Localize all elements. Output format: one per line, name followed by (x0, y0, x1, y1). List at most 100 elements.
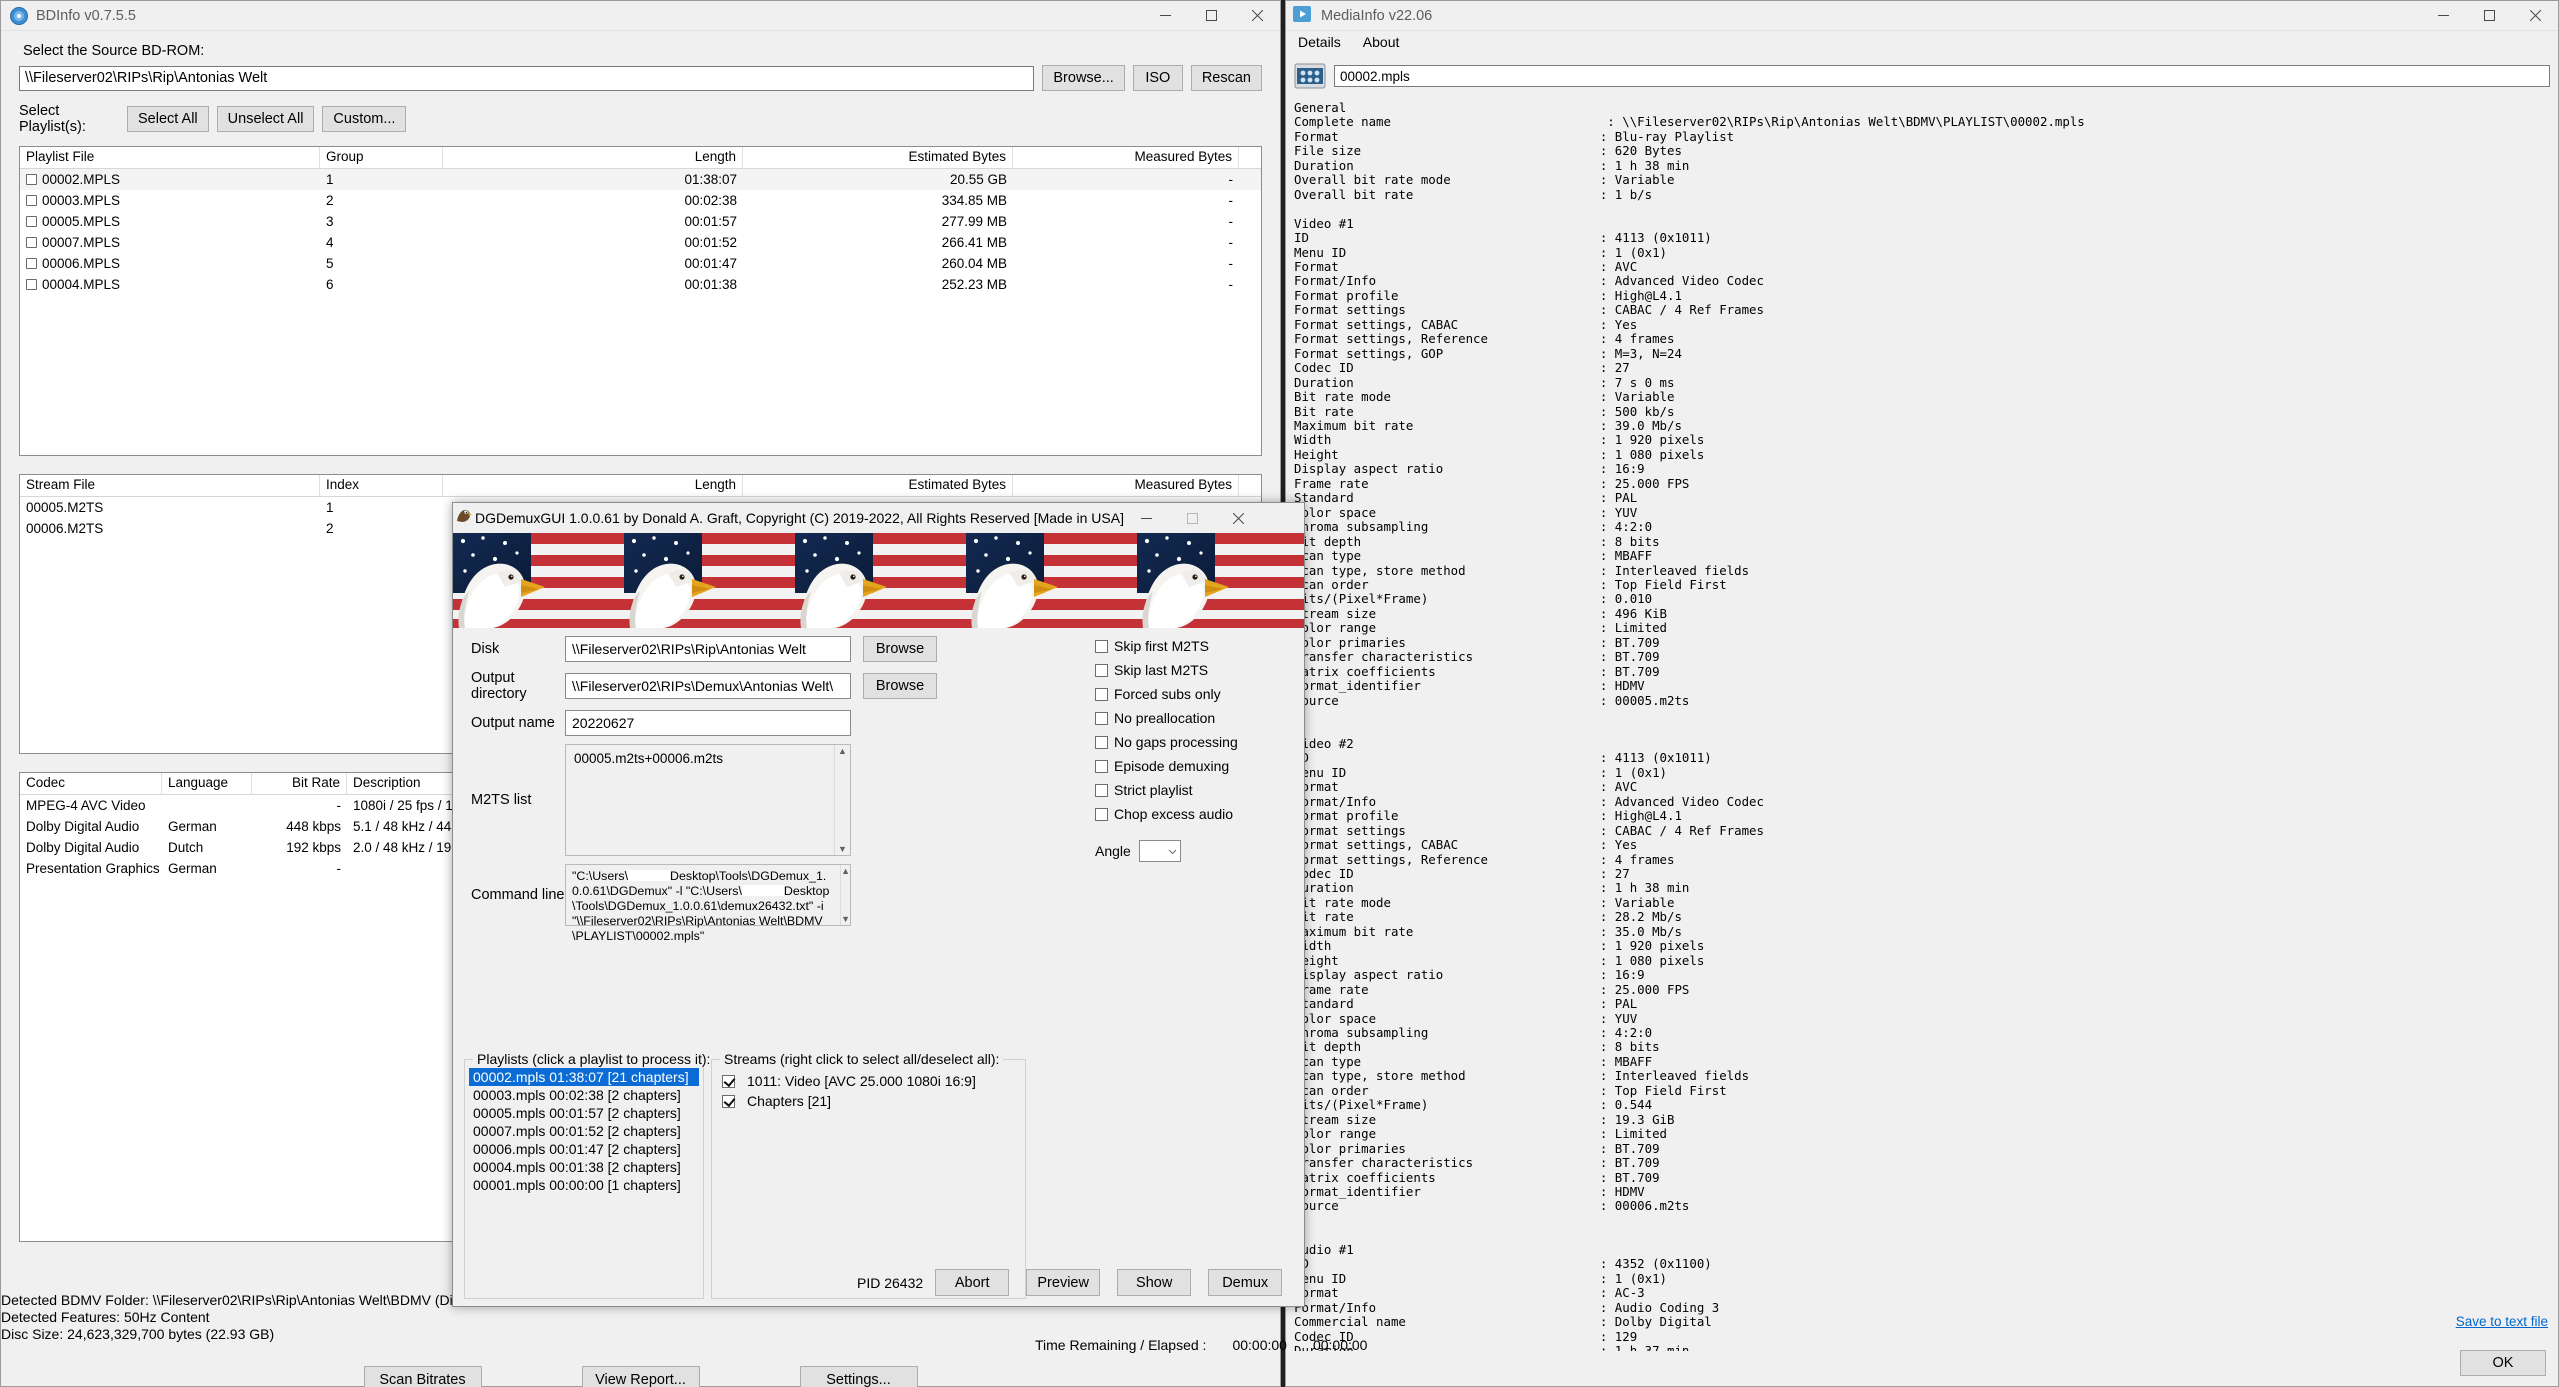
unselect-all-button[interactable]: Unselect All (216, 106, 315, 132)
select-all-button[interactable]: Select All (127, 106, 209, 132)
ok-button[interactable]: OK (2460, 1350, 2546, 1376)
playlist-row[interactable]: 00006.MPLS 5 00:01:47 260.04 MB - (20, 253, 1261, 274)
playlist-row[interactable]: 00004.MPLS 6 00:01:38 252.23 MB - (20, 274, 1261, 295)
column-header-bitrate[interactable]: Bit Rate (252, 773, 347, 794)
scan-bitrates-button[interactable]: Scan Bitrates (363, 1366, 482, 1387)
column-header-stream-length[interactable]: Length (443, 475, 743, 496)
scroll-down-icon[interactable]: ▼ (838, 843, 847, 855)
abort-button[interactable]: Abort (935, 1269, 1010, 1296)
column-header-estimated-bytes[interactable]: Estimated Bytes (743, 147, 1013, 168)
streams-checkbox-list[interactable]: 1011: Video [AVC 25.000 1080i 16:9] Chapt… (722, 1072, 976, 1112)
command-line-textarea[interactable]: "C:\Users\ Desktop\Tools\DGDemux_1.0.0.61… (565, 864, 851, 943)
close-button[interactable] (2512, 1, 2558, 31)
playlist-row-checkbox[interactable] (26, 195, 37, 206)
option-checkbox[interactable] (1095, 639, 1108, 653)
playlist-row-checkbox[interactable] (26, 258, 37, 269)
menu-item-details[interactable]: Details (1298, 34, 1341, 50)
playlist-row-length: 00:01:52 (684, 235, 737, 250)
output-directory-input[interactable]: \\Fileserver02\RIPs\Demux\Antonias Welt\ (565, 673, 851, 699)
playlist-row-checkbox[interactable] (26, 279, 37, 290)
scroll-down-icon[interactable]: ▼ (841, 913, 850, 925)
column-header-measured-bytes[interactable]: Measured Bytes (1013, 147, 1239, 168)
option-row[interactable]: Forced subs only (1095, 682, 1285, 706)
option-checkbox[interactable] (1095, 783, 1108, 797)
scroll-up-icon[interactable]: ▲ (838, 745, 847, 757)
rescan-button[interactable]: Rescan (1190, 65, 1262, 91)
playlist-list-item[interactable]: 00001.mpls 00:00:00 [1 chapters] (469, 1176, 699, 1194)
playlist-list-item[interactable]: 00007.mpls 00:01:52 [2 chapters] (469, 1122, 699, 1140)
current-file-input[interactable]: 00002.mpls (1334, 65, 2550, 87)
stream-checkbox[interactable] (722, 1094, 735, 1108)
playlist-row[interactable]: 00002.MPLS 1 01:38:07 20.55 GB - (20, 169, 1261, 190)
option-checkbox[interactable] (1095, 735, 1108, 749)
column-header-stream-file[interactable]: Stream File (20, 475, 320, 496)
disk-browse-button[interactable]: Browse (863, 636, 937, 662)
option-checkbox[interactable] (1095, 807, 1108, 821)
show-button[interactable]: Show (1117, 1269, 1192, 1296)
playlist-row[interactable]: 00007.MPLS 4 00:01:52 266.41 MB - (20, 232, 1261, 253)
mediainfo-report-text[interactable]: General Complete name : \\Fileserver02\R… (1294, 101, 2550, 1351)
maximize-button[interactable] (1170, 503, 1216, 533)
menu-item-about[interactable]: About (1363, 34, 1400, 50)
playlist-list-item[interactable]: 00002.mpls 01:38:07 [21 chapters] (469, 1068, 699, 1086)
m2ts-list-textarea[interactable]: 00005.m2ts+00006.m2ts ▲ ▼ (565, 744, 851, 856)
settings-button[interactable]: Settings... (799, 1366, 918, 1387)
option-row[interactable]: Skip first M2TS (1095, 634, 1285, 658)
option-checkbox[interactable] (1095, 687, 1108, 701)
playlist-table[interactable]: Playlist File Group Length Estimated Byt… (19, 146, 1262, 456)
column-header-stream-estimated[interactable]: Estimated Bytes (743, 475, 1013, 496)
custom-button[interactable]: Custom... (322, 106, 407, 132)
playlist-row-checkbox[interactable] (26, 216, 37, 227)
playlist-list-item[interactable]: 00006.mpls 00:01:47 [2 chapters] (469, 1140, 699, 1158)
playlists-listbox[interactable]: 00002.mpls 01:38:07 [21 chapters] 00003.m… (469, 1068, 699, 1294)
column-header-language[interactable]: Language (162, 773, 252, 794)
option-checkbox[interactable] (1095, 759, 1108, 773)
option-row[interactable]: Chop excess audio (1095, 802, 1285, 826)
iso-button[interactable]: ISO (1132, 65, 1183, 91)
option-row[interactable]: Skip last M2TS (1095, 658, 1285, 682)
minimize-button[interactable] (2420, 1, 2466, 31)
source-path-input[interactable]: \\Fileserver02\RIPs\Rip\Antonias Welt (19, 65, 1035, 91)
playlist-row[interactable]: 00005.MPLS 3 00:01:57 277.99 MB - (20, 211, 1261, 232)
demux-button[interactable]: Demux (1208, 1269, 1283, 1296)
option-row[interactable]: No preallocation (1095, 706, 1285, 730)
option-checkbox[interactable] (1095, 711, 1108, 725)
preview-button[interactable]: Preview (1026, 1269, 1101, 1296)
view-report-button[interactable]: View Report... (581, 1366, 700, 1387)
option-row[interactable]: No gaps processing (1095, 730, 1285, 754)
disk-input[interactable]: \\Fileserver02\RIPs\Rip\Antonias Welt (565, 636, 851, 662)
playlist-list-item[interactable]: 00005.mpls 00:01:57 [2 chapters] (469, 1104, 699, 1122)
browse-button[interactable]: Browse... (1042, 65, 1125, 91)
m2ts-list-scrollbar[interactable]: ▲ ▼ (834, 745, 850, 855)
stream-list-item[interactable]: 1011: Video [AVC 25.000 1080i 16:9] (722, 1072, 976, 1090)
column-header-group[interactable]: Group (320, 147, 443, 168)
playlist-row-checkbox[interactable] (26, 174, 37, 185)
close-button[interactable] (1216, 503, 1262, 533)
playlist-row[interactable]: 00003.MPLS 2 00:02:38 334.85 MB - (20, 190, 1261, 211)
save-to-text-file-link[interactable]: Save to text file (2456, 1314, 2548, 1329)
playlist-list-item[interactable]: 00003.mpls 00:02:38 [2 chapters] (469, 1086, 699, 1104)
playlist-list-item[interactable]: 00004.mpls 00:01:38 [2 chapters] (469, 1158, 699, 1176)
column-header-playlist-file[interactable]: Playlist File (20, 147, 320, 168)
column-header-stream-measured[interactable]: Measured Bytes (1013, 475, 1239, 496)
close-button[interactable] (1234, 1, 1280, 31)
option-row[interactable]: Episode demuxing (1095, 754, 1285, 778)
minimize-button[interactable] (1142, 1, 1188, 31)
maximize-button[interactable] (2466, 1, 2512, 31)
option-checkbox[interactable] (1095, 663, 1108, 677)
stream-list-item[interactable]: Chapters [21] (722, 1092, 976, 1110)
minimize-button[interactable] (1124, 503, 1170, 533)
output-name-input[interactable]: 20220627 (565, 710, 851, 736)
playlist-row-checkbox[interactable] (26, 237, 37, 248)
option-row[interactable]: Strict playlist (1095, 778, 1285, 802)
angle-select[interactable] (1138, 840, 1181, 862)
stream-checkbox[interactable] (722, 1074, 735, 1088)
command-line-scrollbar[interactable]: ▲ ▼ (840, 865, 850, 925)
column-header-codec[interactable]: Codec (20, 773, 162, 794)
column-header-index[interactable]: Index (320, 475, 443, 496)
column-header-length[interactable]: Length (443, 147, 743, 168)
scroll-up-icon[interactable]: ▲ (841, 865, 850, 877)
maximize-button[interactable] (1188, 1, 1234, 31)
option-label: No preallocation (1114, 710, 1216, 726)
output-directory-browse-button[interactable]: Browse (863, 673, 937, 699)
